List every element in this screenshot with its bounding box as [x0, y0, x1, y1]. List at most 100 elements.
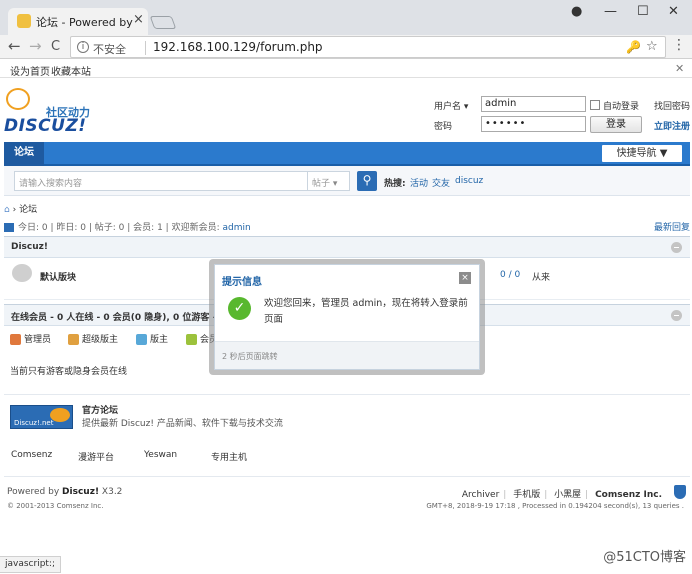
address-url[interactable]: 192.168.100.129/forum.php: [153, 40, 323, 54]
footer-link-comsenz[interactable]: Comsenz Inc.: [595, 490, 662, 500]
hot-search-link[interactable]: discuz: [455, 176, 483, 186]
browser-titlebar: 论坛 - Powered by Discuz! × ● — ☐ ✕: [0, 0, 692, 35]
redirect-note: 2 秒后页面跳转: [222, 352, 278, 361]
board-icon: [12, 264, 32, 282]
breadcrumb-separator: ›: [12, 205, 17, 215]
bookmarks-bar: 设为首页 收藏本站 ✕: [0, 60, 692, 78]
remember-label[interactable]: 自动登录: [603, 99, 639, 112]
bookmark-set-homepage[interactable]: 设为首页: [10, 63, 50, 78]
breadcrumb: ⌂ › 论坛: [4, 202, 37, 215]
success-check-icon: ✓: [228, 297, 251, 320]
password-label: 密码: [434, 122, 453, 132]
latest-reply-link[interactable]: 最新回复: [654, 220, 690, 233]
category-title[interactable]: Discuz!: [11, 242, 48, 252]
main-nav: 论坛 快捷导航 ▼: [4, 142, 690, 166]
super-mod-icon: [68, 334, 79, 345]
friend-link[interactable]: 漫游平台: [78, 450, 114, 463]
board-name-link[interactable]: 默认版块: [40, 270, 76, 283]
close-window-icon[interactable]: ✕: [668, 4, 679, 19]
hot-search-label: 热搜:: [384, 179, 406, 189]
server-time: GMT+8, 2018-9-19 17:18 , Processed in 0.…: [426, 502, 684, 510]
logo-bubble-icon: [6, 88, 30, 110]
site-logo[interactable]: 社区动力 DISCUZ!: [4, 88, 100, 138]
official-forum-desc: 提供最新 Discuz! 产品新闻、软件下载与技术交流: [82, 419, 283, 429]
stat-members: 会员: 1: [133, 223, 163, 233]
footer-links: Archiver | 手机版 | 小黑屋 | Comsenz Inc.: [461, 490, 662, 500]
browser-status-bar: javascript:;: [0, 556, 62, 573]
search-type-select[interactable]: 帖子 ▾: [308, 171, 350, 191]
search-icon: ⚲: [362, 173, 372, 187]
forgot-password-link[interactable]: 找回密码: [654, 99, 690, 112]
hot-search-link[interactable]: 交友: [432, 176, 450, 189]
dialog-footer: 2 秒后页面跳转: [215, 341, 479, 369]
forward-icon[interactable]: →: [29, 37, 42, 55]
favicon-icon: [17, 14, 31, 28]
breadcrumb-current[interactable]: 论坛: [19, 205, 37, 215]
new-tab-button[interactable]: [149, 16, 177, 29]
minimize-icon[interactable]: —: [604, 4, 617, 19]
quick-nav-button[interactable]: 快捷导航 ▼: [602, 145, 682, 162]
footer-link-blacklist[interactable]: 小黑屋: [554, 490, 581, 500]
username-input[interactable]: admin: [481, 96, 586, 112]
welcome-label: 欢迎新会员:: [171, 223, 220, 233]
search-button[interactable]: ⚲: [357, 171, 377, 191]
browser-tab[interactable]: 论坛 - Powered by Discuz! ×: [8, 8, 148, 35]
official-forum-logo[interactable]: Discuz!.net: [10, 405, 73, 429]
shield-icon[interactable]: [674, 485, 686, 499]
hot-search-link[interactable]: 活动: [410, 176, 428, 189]
stats-chart-icon: [4, 223, 14, 232]
info-icon[interactable]: i: [77, 41, 89, 53]
register-link[interactable]: 立即注册: [654, 119, 690, 132]
tab-close-icon[interactable]: ×: [133, 12, 144, 27]
powered-by: Powered by Discuz! X3.2: [7, 487, 123, 497]
page-footer: Powered by Discuz! X3.2 © 2001-2013 Coms…: [4, 476, 690, 516]
friend-link[interactable]: Yeswan: [144, 450, 177, 460]
bookmarks-close-icon[interactable]: ✕: [675, 62, 684, 75]
online-note: 当前只有游客或隐身会员在线: [10, 367, 128, 377]
close-icon[interactable]: ×: [459, 272, 471, 284]
username-label: 用户名 ▾: [434, 102, 469, 112]
reload-icon[interactable]: C: [51, 39, 60, 54]
login-button[interactable]: 登录: [590, 116, 642, 133]
discuz-link[interactable]: Discuz!: [62, 487, 99, 497]
bookmark-star-icon[interactable]: ☆: [646, 39, 658, 54]
logo-text: DISCUZ!: [4, 116, 87, 136]
forum-stats: 今日: 0 | 昨日: 0 | 帖子: 0 | 会员: 1 | 欢迎新会员: a…: [4, 220, 690, 233]
key-icon[interactable]: 🔑: [626, 40, 641, 54]
friend-link[interactable]: 专用主机: [211, 450, 247, 463]
copyright: © 2001-2013 Comsenz Inc.: [7, 502, 104, 510]
friend-link[interactable]: Comsenz: [11, 450, 52, 460]
account-icon[interactable]: ●: [571, 4, 582, 19]
admin-icon: [10, 334, 21, 345]
collapse-icon[interactable]: [671, 310, 682, 321]
search-input[interactable]: 请输入搜索内容: [14, 171, 308, 191]
dialog-message: 欢迎您回来，管理员 admin，现在将转入登录前页面: [264, 298, 468, 325]
nav-item-forum[interactable]: 论坛: [4, 142, 44, 166]
browser-toolbar: ← → C i 不安全 192.168.100.129/forum.php 🔑 …: [0, 35, 692, 59]
official-forum-title[interactable]: 官方论坛: [82, 403, 118, 416]
footer-link-mobile[interactable]: 手机版: [513, 490, 540, 500]
official-forum-block: Discuz!.net 官方论坛 提供最新 Discuz! 产品新闻、软件下载与…: [4, 394, 690, 434]
online-title[interactable]: 在线会员 - 0 人在线 - 0 会员(0 隐身), 0 位游客 - 最: [11, 310, 228, 323]
collapse-icon[interactable]: [671, 242, 682, 253]
board-last-post: 从来: [532, 273, 551, 283]
stat-yesterday: 昨日: 0: [56, 223, 87, 233]
home-icon[interactable]: ⌂: [4, 205, 10, 215]
bookmark-add-favorite[interactable]: 收藏本站: [51, 63, 91, 78]
legend-super-mod: 超级版主: [68, 332, 118, 345]
password-input[interactable]: ••••••: [481, 116, 586, 132]
security-label[interactable]: 不安全: [93, 41, 126, 57]
back-icon[interactable]: ←: [8, 37, 21, 55]
browser-menu-icon[interactable]: ⋮: [672, 37, 686, 53]
remember-checkbox[interactable]: [590, 100, 600, 110]
address-divider: [145, 41, 146, 55]
category-header: Discuz!: [4, 236, 690, 258]
search-bar: 请输入搜索内容 帖子 ▾ ⚲ 热搜: 活动 交友 discuz: [4, 166, 690, 196]
legend-admin: 管理员: [10, 332, 51, 345]
mod-icon: [136, 334, 147, 345]
member-icon: [186, 334, 197, 345]
address-bar[interactable]: i 不安全 192.168.100.129/forum.php 🔑 ☆: [70, 36, 666, 58]
footer-link-archiver[interactable]: Archiver: [462, 490, 499, 500]
maximize-icon[interactable]: ☐: [637, 4, 649, 19]
newest-member-link[interactable]: admin: [222, 223, 250, 233]
